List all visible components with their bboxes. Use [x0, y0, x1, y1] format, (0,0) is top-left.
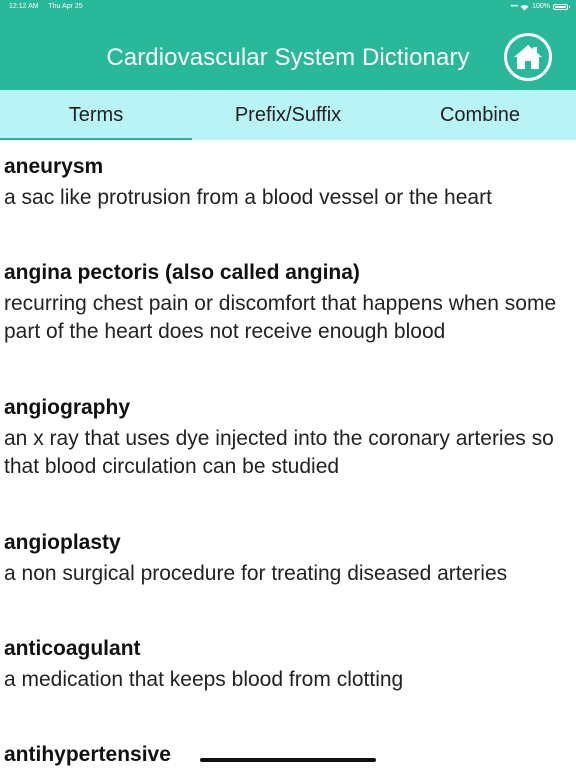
- list-item-angioplasty[interactable]: angioplasty a non surgical procedure for…: [4, 529, 568, 588]
- status-bar: 12:12 AM Thu Apr 25 • • • • 100%: [0, 0, 576, 14]
- term-definition: a medication that keeps blood from clott…: [4, 668, 404, 691]
- term-list[interactable]: aneurysm a sac like protrusion from a bl…: [0, 140, 576, 768]
- home-button[interactable]: [504, 33, 552, 81]
- wifi-icon: [520, 4, 529, 10]
- tab-prefix-suffix[interactable]: Prefix/Suffix: [192, 90, 384, 140]
- list-item-angina-pectoris[interactable]: angina pectoris (also called angina) rec…: [4, 259, 568, 346]
- status-time: 12:12 AM: [9, 3, 39, 10]
- term-name: angiography: [4, 396, 131, 419]
- home-indicator[interactable]: [200, 758, 376, 762]
- list-item-anticoagulant[interactable]: anticoagulant a medication that keeps bl…: [4, 635, 568, 694]
- term-name: angioplasty: [4, 531, 121, 554]
- app-screen: 12:12 AM Thu Apr 25 • • • • 100% Cardiov…: [0, 0, 576, 768]
- list-item-antihypertensive[interactable]: antihypertensive: [4, 741, 568, 768]
- tab-bar: Terms Prefix/Suffix Combine: [0, 90, 576, 140]
- status-date: Thu Apr 25: [48, 3, 83, 10]
- home-icon: [514, 45, 542, 69]
- tab-combine[interactable]: Combine: [384, 90, 576, 140]
- battery-percent: 100%: [532, 3, 550, 10]
- tab-terms[interactable]: Terms: [0, 90, 192, 140]
- battery-icon: [553, 4, 570, 10]
- status-right: • • • • 100%: [510, 0, 570, 14]
- page-title: Cardiovascular System Dictionary: [106, 44, 470, 71]
- term-name: antihypertensive: [4, 743, 171, 766]
- term-definition: recurring chest pain or discomfort that …: [4, 292, 557, 343]
- term-definition: a non surgical procedure for treating di…: [4, 562, 508, 585]
- term-name: anticoagulant: [4, 637, 141, 660]
- term-definition: an x ray that uses dye injected into the…: [4, 427, 554, 478]
- term-name: angina pectoris (also called angina): [4, 261, 360, 284]
- term-name: aneurysm: [4, 155, 104, 178]
- term-definition: a sac like protrusion from a blood vesse…: [4, 186, 492, 209]
- list-item-aneurysm[interactable]: aneurysm a sac like protrusion from a bl…: [4, 153, 568, 212]
- list-item-angiography[interactable]: angiography an x ray that uses dye injec…: [4, 394, 568, 481]
- signal-icon: • • • •: [510, 4, 518, 10]
- app-header: Cardiovascular System Dictionary: [0, 14, 576, 90]
- status-left: 12:12 AM Thu Apr 25: [9, 0, 91, 14]
